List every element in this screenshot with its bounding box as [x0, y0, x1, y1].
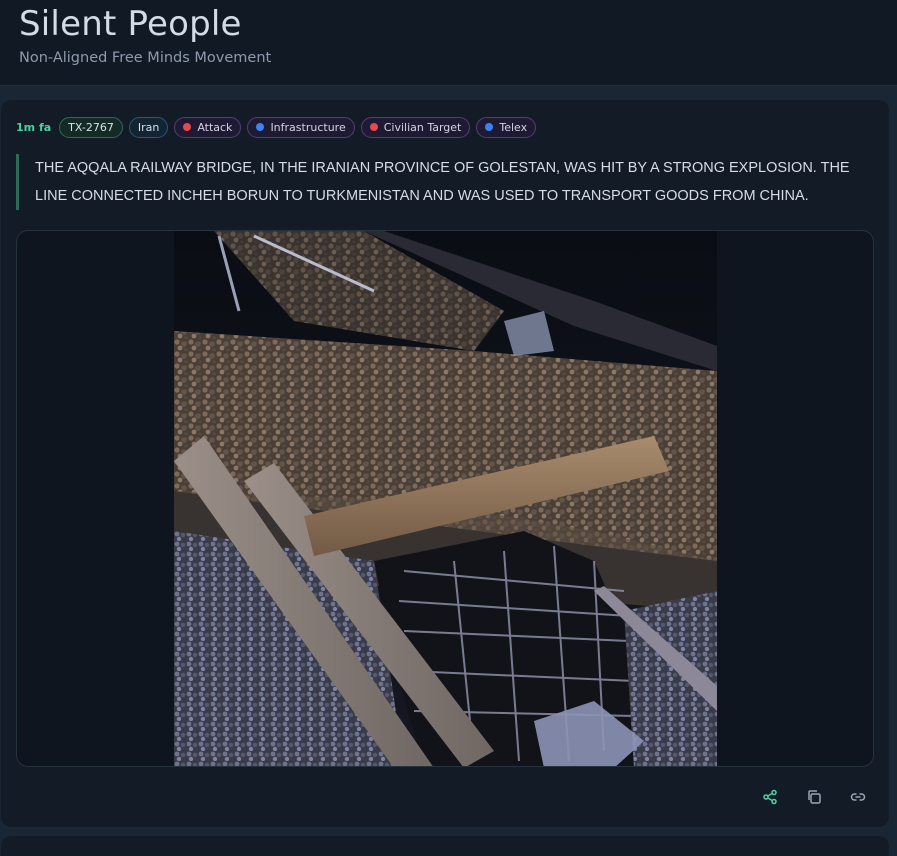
post-quote: THE AQQALA RAILWAY BRIDGE, IN THE IRANIA…	[16, 154, 866, 210]
page-subtitle: Non-Aligned Free Minds Movement	[19, 50, 272, 66]
tag-label: Telex	[499, 120, 528, 134]
category-dot-icon	[369, 123, 378, 131]
tag-category-attack[interactable]: Attack	[174, 116, 242, 138]
tag-label: Civilian Target	[383, 120, 462, 134]
post-text: THE AQQALA RAILWAY BRIDGE, IN THE IRANIA…	[35, 160, 850, 204]
share-button[interactable]	[759, 786, 781, 808]
tag-label: Attack	[197, 120, 233, 134]
tag-category-civilian-target[interactable]: Civilian Target	[360, 116, 471, 138]
next-post-card	[1, 836, 889, 856]
copy-button[interactable]	[803, 786, 825, 808]
copy-link-button[interactable]	[847, 786, 869, 808]
share-icon	[763, 789, 777, 805]
tag-category-infrastructure[interactable]: Infrastructure	[247, 116, 355, 138]
tag-post-id[interactable]: TX-2767	[59, 116, 123, 138]
tag-category-telex[interactable]: Telex	[476, 116, 537, 138]
page-title: Silent People	[19, 4, 242, 44]
damaged-railway-bridge-photo[interactable]	[174, 231, 717, 767]
post-meta-row: 1m fa TX-2767 Iran Attack Infrastructure…	[16, 116, 537, 138]
category-dot-icon	[256, 123, 265, 131]
post-actions	[759, 786, 869, 808]
tag-label: Infrastructure	[270, 120, 346, 134]
app-header: Silent People Non-Aligned Free Minds Mov…	[0, 0, 897, 86]
category-dot-icon	[485, 123, 494, 131]
category-dot-icon	[183, 123, 192, 131]
link-icon	[850, 793, 866, 801]
post-card: 1m fa TX-2767 Iran Attack Infrastructure…	[1, 100, 889, 827]
post-media[interactable]	[16, 230, 874, 767]
tag-country[interactable]: Iran	[128, 116, 169, 138]
post-time: 1m fa	[16, 120, 52, 134]
copy-icon	[808, 790, 821, 804]
